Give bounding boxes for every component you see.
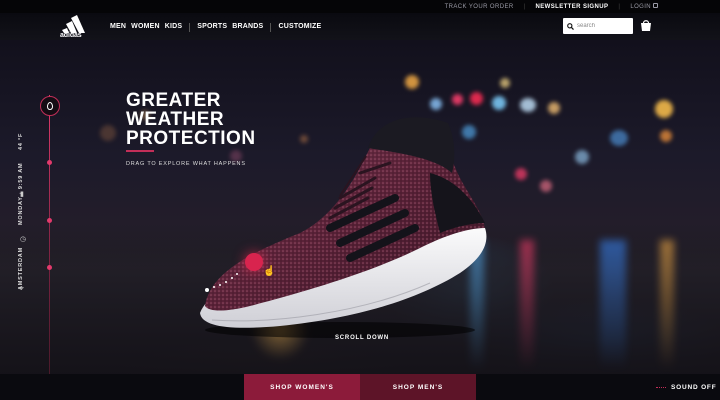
search-icon bbox=[567, 22, 574, 30]
adidas-wordmark[interactable]: adidas bbox=[60, 32, 82, 39]
hero-section[interactable]: 44 °F MONDAY · 9:59 AM AMSTERDAM ▮ ◷ ⌖ G… bbox=[0, 40, 720, 374]
light-reflection bbox=[520, 240, 534, 370]
utility-bar: TRACK YOUR ORDER | NEWSLETTER SIGNUP | L… bbox=[0, 0, 720, 13]
newsletter-link[interactable]: NEWSLETTER SIGNUP bbox=[536, 4, 609, 10]
background-light bbox=[610, 130, 628, 146]
nav-divider bbox=[189, 23, 191, 32]
sound-wave-icon bbox=[656, 386, 666, 389]
background-light bbox=[575, 150, 589, 164]
location-pin-icon: ⌖ bbox=[20, 285, 24, 292]
nav-item-sports[interactable]: SPORTS bbox=[197, 23, 227, 32]
nav-item-brands[interactable]: BRANDS bbox=[232, 23, 263, 32]
user-icon bbox=[653, 3, 658, 8]
utility-divider: | bbox=[618, 3, 621, 10]
background-light bbox=[655, 100, 673, 118]
timeline-dot bbox=[47, 160, 52, 165]
nav-item-men[interactable]: MEN bbox=[110, 23, 126, 32]
sound-label: SOUND OFF bbox=[671, 384, 717, 391]
ultraboost-shoe-image[interactable] bbox=[190, 78, 490, 338]
track-order-link[interactable]: TRACK YOUR ORDER bbox=[445, 4, 514, 10]
rain-drag-hotspot[interactable] bbox=[245, 253, 263, 271]
login-link[interactable]: LOGIN bbox=[630, 3, 658, 10]
search-input[interactable] bbox=[577, 23, 629, 29]
background-light bbox=[660, 130, 672, 142]
shop-mens-button[interactable]: SHOP MEN'S bbox=[360, 374, 476, 400]
nav-item-customize[interactable]: CUSTOMIZE bbox=[278, 23, 321, 32]
nav-divider bbox=[270, 23, 272, 32]
weather-button[interactable] bbox=[40, 96, 60, 116]
trail-dot bbox=[213, 286, 215, 288]
trail-dot bbox=[219, 284, 221, 286]
background-light bbox=[515, 168, 527, 180]
background-light bbox=[520, 98, 536, 112]
raindrop-icon bbox=[47, 102, 53, 110]
trail-dot bbox=[231, 277, 233, 279]
hand-cursor-icon: ☝ bbox=[263, 266, 276, 277]
nav-links: MEN WOMEN KIDS SPORTS BRANDS CUSTOMIZE bbox=[110, 23, 321, 32]
background-light bbox=[548, 102, 560, 114]
bottom-bar: SHOP WOMEN'S SHOP MEN'S SOUND OFF bbox=[0, 374, 720, 400]
thermometer-icon: ▮ bbox=[20, 191, 24, 198]
login-label: LOGIN bbox=[630, 4, 651, 10]
background-light bbox=[492, 96, 506, 110]
trail-dot bbox=[225, 281, 227, 283]
temperature-label: 44 °F bbox=[18, 132, 24, 150]
timeline-dot bbox=[47, 218, 52, 223]
trail-dot bbox=[236, 273, 238, 275]
shop-womens-button[interactable]: SHOP WOMEN'S bbox=[244, 374, 360, 400]
search-box[interactable] bbox=[563, 18, 633, 34]
nav-item-women[interactable]: WOMEN bbox=[131, 23, 160, 32]
scroll-down-link[interactable]: SCROLL DOWN bbox=[335, 335, 389, 341]
nav-item-kids[interactable]: KIDS bbox=[165, 23, 183, 32]
sound-toggle[interactable]: SOUND OFF bbox=[656, 384, 716, 391]
background-light bbox=[500, 78, 510, 88]
clock-icon: ◷ bbox=[20, 236, 27, 243]
light-reflection bbox=[600, 240, 626, 370]
headline-accent-bar bbox=[126, 150, 154, 152]
light-reflection bbox=[660, 240, 674, 370]
shopping-bag-icon[interactable] bbox=[640, 19, 652, 32]
drag-trail bbox=[205, 273, 238, 292]
city-label: AMSTERDAM bbox=[18, 247, 24, 290]
timeline-rail bbox=[49, 95, 50, 374]
background-light bbox=[540, 180, 552, 192]
main-nav: adidas MEN WOMEN KIDS SPORTS BRANDS CUST… bbox=[0, 13, 720, 40]
utility-divider: | bbox=[523, 3, 526, 10]
timeline-dot bbox=[47, 265, 52, 270]
background-light bbox=[100, 125, 116, 141]
trail-dot bbox=[205, 288, 209, 292]
